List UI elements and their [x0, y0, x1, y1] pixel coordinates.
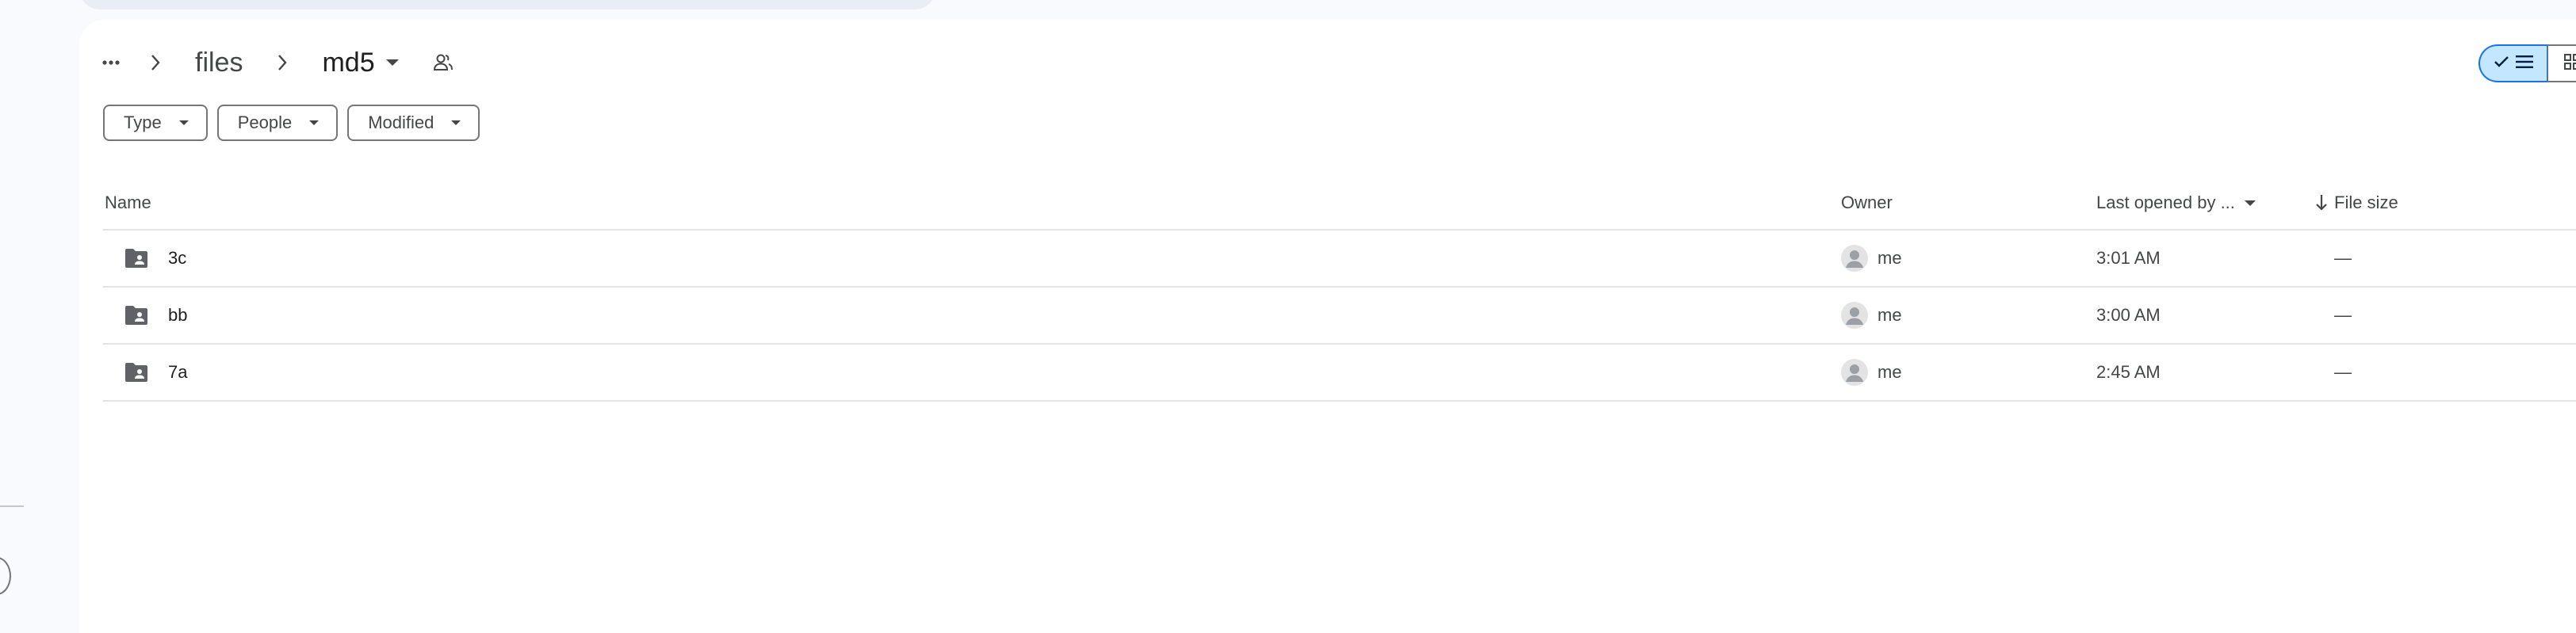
breadcrumb: files md5	[95, 44, 459, 82]
chip-label: Modified	[368, 112, 434, 132]
breadcrumb-item-files[interactable]: files	[184, 46, 254, 80]
chevron-right-icon	[266, 47, 298, 78]
file-size: —	[2334, 305, 2352, 325]
caret-down-icon	[2244, 200, 2256, 206]
shared-folder-icon	[122, 288, 151, 343]
table-header: Name Owner Last opened by ... File size	[103, 177, 2576, 231]
more-horiz-icon[interactable]	[95, 47, 127, 78]
last-opened: 3:01 AM	[2096, 248, 2161, 268]
column-header-name[interactable]: Name	[105, 177, 151, 229]
column-header-label: Last opened by ...	[2096, 193, 2235, 212]
breadcrumb-label: files	[195, 47, 243, 78]
filter-bar: Type People Modified	[103, 105, 480, 141]
caret-down-icon	[451, 120, 461, 125]
caret-down-icon	[309, 120, 320, 125]
shared-folder-icon	[122, 345, 151, 400]
caret-down-icon	[385, 59, 399, 66]
list-view-icon	[2516, 55, 2533, 73]
grid-view-icon	[2564, 53, 2576, 74]
main-content: files md5 Type People Modified Name Owne…	[79, 20, 2576, 633]
avatar	[1841, 245, 1868, 272]
column-header-file-size[interactable]: File size	[2334, 177, 2398, 229]
owner-name: me	[1877, 362, 1902, 382]
caret-down-icon	[178, 120, 189, 125]
avatar	[1841, 302, 1868, 329]
last-opened: 3:00 AM	[2096, 305, 2161, 325]
filter-people-chip[interactable]: People	[216, 105, 339, 141]
chip-label: Type	[124, 112, 162, 132]
owner-cell: me	[1841, 345, 1902, 400]
column-header-last-opened[interactable]: Last opened by ...	[2096, 177, 2256, 229]
shared-people-icon[interactable]	[427, 47, 459, 78]
list-view-button[interactable]	[2478, 44, 2547, 82]
column-header-owner[interactable]: Owner	[1841, 177, 1893, 229]
breadcrumb-label: md5	[322, 47, 375, 78]
table-row[interactable]: bb me 3:00 AM —	[103, 288, 2576, 345]
owner-cell: me	[1841, 231, 1902, 286]
check-icon	[2494, 55, 2509, 72]
arrow-down-icon[interactable]	[2306, 177, 2337, 229]
owner-name: me	[1877, 305, 1902, 325]
filter-type-chip[interactable]: Type	[103, 105, 208, 141]
breadcrumb-item-md5[interactable]: md5	[311, 46, 409, 80]
file-name: 7a	[168, 362, 188, 382]
last-opened: 2:45 AM	[2096, 362, 2161, 382]
file-size: —	[2334, 248, 2352, 268]
owner-name: me	[1877, 248, 1902, 268]
owner-cell: me	[1841, 288, 1902, 343]
chevron-right-icon	[140, 47, 171, 78]
grid-view-button[interactable]	[2547, 44, 2576, 82]
file-size: —	[2334, 362, 2352, 382]
shared-folder-icon	[122, 231, 151, 286]
chip-label: People	[237, 112, 293, 132]
sidebar-divider	[0, 505, 24, 507]
search-bar[interactable]	[79, 0, 936, 10]
avatar	[1841, 359, 1868, 386]
file-name: 3c	[168, 248, 187, 268]
file-table: Name Owner Last opened by ... File size …	[103, 177, 2576, 402]
file-name: bb	[168, 305, 188, 325]
view-toggle	[2478, 44, 2576, 82]
table-row[interactable]: 3c me 3:01 AM —	[103, 231, 2576, 288]
sidebar-button[interactable]	[0, 557, 11, 595]
filter-modified-chip[interactable]: Modified	[347, 105, 480, 141]
table-row[interactable]: 7a me 2:45 AM —	[103, 345, 2576, 402]
